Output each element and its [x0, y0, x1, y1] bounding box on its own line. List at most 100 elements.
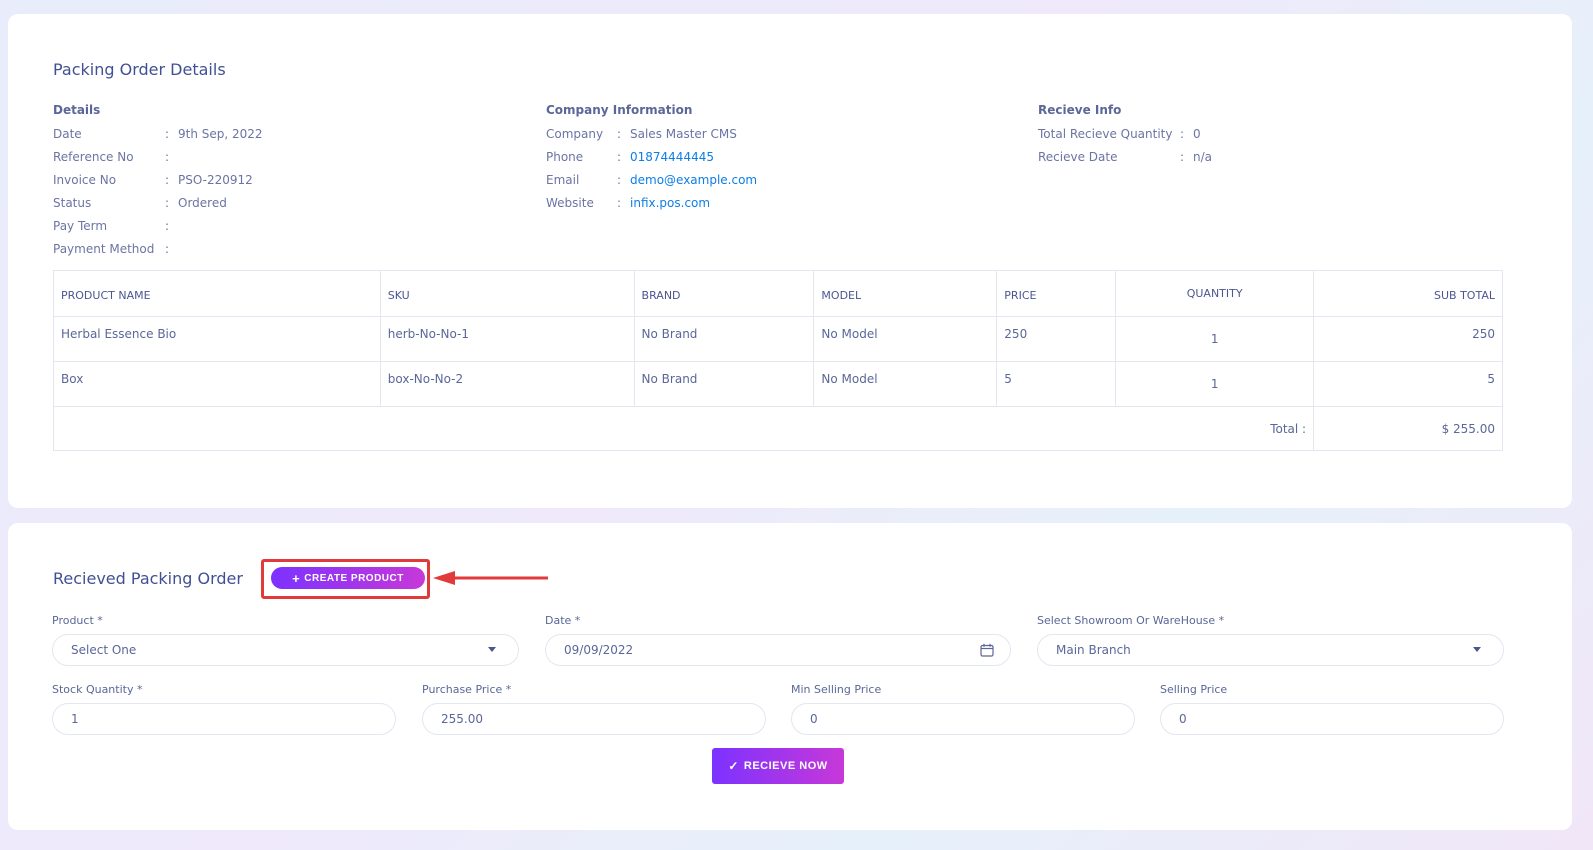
total-label: Total : — [52, 406, 1315, 451]
cell-sub-total: 5 — [1313, 361, 1503, 407]
cell-sku: box-No-No-2 — [379, 361, 635, 407]
receive-row-quantity: Total Recieve Quantity : 0 — [1038, 127, 1212, 150]
company-row-email: Email : demo@example.com — [546, 173, 757, 196]
detail-value: 9th Sep, 2022 — [178, 127, 263, 141]
date-input[interactable]: 09/09/2022 — [545, 634, 1011, 666]
min-selling-price-label: Min Selling Price — [791, 683, 882, 696]
checkmark-icon: ✓ — [728, 759, 739, 773]
colon: : — [1180, 127, 1185, 141]
detail-row-invoice: Invoice No : PSO-220912 — [53, 173, 263, 196]
company-row-name: Company : Sales Master CMS — [546, 127, 757, 150]
colon: : — [617, 127, 622, 141]
cell-sub-total: 250 — [1313, 316, 1503, 362]
detail-value: Ordered — [178, 196, 227, 210]
plus-icon: + — [292, 570, 301, 586]
detail-row-reference: Reference No : — [53, 150, 263, 173]
showroom-label: Select Showroom Or WareHouse * — [1037, 614, 1225, 627]
details-heading: Details — [53, 103, 101, 117]
colon: : — [165, 219, 170, 233]
detail-row-date: Date : 9th Sep, 2022 — [53, 127, 263, 150]
cell-quantity: 1 — [1115, 316, 1315, 362]
column-header-quantity: QUANTITY — [1115, 270, 1315, 317]
calendar-icon[interactable] — [980, 643, 994, 657]
company-value: Sales Master CMS — [630, 127, 737, 141]
min-selling-price-value: 0 — [810, 712, 818, 726]
colon: : — [165, 242, 170, 256]
colon: : — [617, 150, 622, 164]
colon: : — [617, 196, 622, 210]
company-label: Email — [546, 173, 580, 187]
detail-row-payment-method: Payment Method : — [53, 242, 263, 265]
date-label: Date * — [545, 614, 581, 627]
arrow-pointer-icon — [433, 571, 548, 585]
colon: : — [1180, 150, 1185, 164]
column-header-product-name: PRODUCT NAME — [53, 270, 381, 317]
colon: : — [165, 173, 170, 187]
cell-brand: No Brand — [633, 316, 815, 362]
company-label: Company — [546, 127, 604, 141]
table-row: Box box-No-No-2 No Brand No Model 5 1 5 — [53, 361, 1503, 407]
cell-price: 250 — [996, 316, 1117, 362]
column-header-brand: BRAND — [633, 270, 815, 317]
product-select-value: Select One — [71, 643, 137, 657]
cell-product-name: Herbal Essence Bio — [53, 316, 381, 362]
product-label: Product * — [52, 614, 103, 627]
total-value: $ 255.00 — [1313, 406, 1503, 451]
website-link[interactable]: infix.pos.com — [630, 196, 710, 219]
cell-model: No Model — [813, 316, 998, 362]
showroom-select-value: Main Branch — [1056, 643, 1131, 657]
detail-label: Payment Method — [53, 242, 155, 256]
packing-order-details-card: Packing Order Details Details Date : 9th… — [8, 14, 1572, 508]
selling-price-label: Selling Price — [1160, 683, 1228, 696]
phone-link[interactable]: 01874444445 — [630, 150, 714, 173]
company-row-website: Website : infix.pos.com — [546, 196, 757, 219]
chevron-down-icon — [488, 647, 496, 652]
stock-quantity-input[interactable]: 1 — [52, 703, 396, 735]
column-header-price: PRICE — [996, 270, 1117, 317]
colon: : — [165, 150, 170, 164]
cell-quantity: 1 — [1115, 361, 1315, 407]
date-value: 09/09/2022 — [564, 643, 634, 657]
selling-price-input[interactable]: 0 — [1160, 703, 1504, 735]
receive-value: n/a — [1193, 150, 1213, 164]
receive-now-label: RECIEVE NOW — [743, 760, 828, 772]
table-total-row: Total : $ 255.00 — [52, 406, 1503, 451]
detail-label: Reference No — [53, 150, 134, 164]
receive-row-date: Recieve Date : n/a — [1038, 150, 1212, 173]
products-table: PRODUCT NAME SKU BRAND MODEL PRICE QUANT… — [52, 270, 1503, 451]
purchase-price-label: Purchase Price * — [422, 683, 512, 696]
create-product-button[interactable]: + CREATE PRODUCT — [271, 567, 425, 589]
detail-label: Invoice No — [53, 173, 117, 187]
stock-quantity-label: Stock Quantity * — [52, 683, 143, 696]
detail-label: Pay Term — [53, 219, 108, 233]
receive-label: Recieve Date — [1038, 150, 1118, 164]
detail-label: Date — [53, 127, 82, 141]
table-header-row: PRODUCT NAME SKU BRAND MODEL PRICE QUANT… — [53, 270, 1503, 317]
colon: : — [617, 173, 622, 187]
cell-price: 5 — [996, 361, 1117, 407]
cell-model: No Model — [813, 361, 998, 407]
detail-row-pay-term: Pay Term : — [53, 219, 263, 242]
detail-label: Status — [53, 196, 92, 210]
detail-value: PSO-220912 — [178, 173, 253, 187]
stock-quantity-value: 1 — [71, 712, 79, 726]
email-link[interactable]: demo@example.com — [630, 173, 757, 196]
column-header-sku: SKU — [379, 270, 635, 317]
cell-brand: No Brand — [633, 361, 815, 407]
details-section: Details Date : 9th Sep, 2022 Reference N… — [53, 103, 263, 265]
column-header-model: MODEL — [813, 270, 998, 317]
chevron-down-icon — [1473, 647, 1481, 652]
section-title: Recieved Packing Order — [53, 569, 243, 588]
create-product-label: CREATE PRODUCT — [304, 572, 404, 584]
receive-label: Total Recieve Quantity — [1038, 127, 1173, 141]
page-title: Packing Order Details — [53, 60, 226, 79]
product-select[interactable]: Select One — [52, 634, 519, 666]
company-label: Phone — [546, 150, 584, 164]
showroom-select[interactable]: Main Branch — [1037, 634, 1504, 666]
company-label: Website — [546, 196, 594, 210]
receive-now-button[interactable]: ✓ RECIEVE NOW — [712, 748, 844, 784]
min-selling-price-input[interactable]: 0 — [791, 703, 1135, 735]
company-row-phone: Phone : 01874444445 — [546, 150, 757, 173]
purchase-price-input[interactable]: 255.00 — [422, 703, 766, 735]
detail-row-status: Status : Ordered — [53, 196, 263, 219]
